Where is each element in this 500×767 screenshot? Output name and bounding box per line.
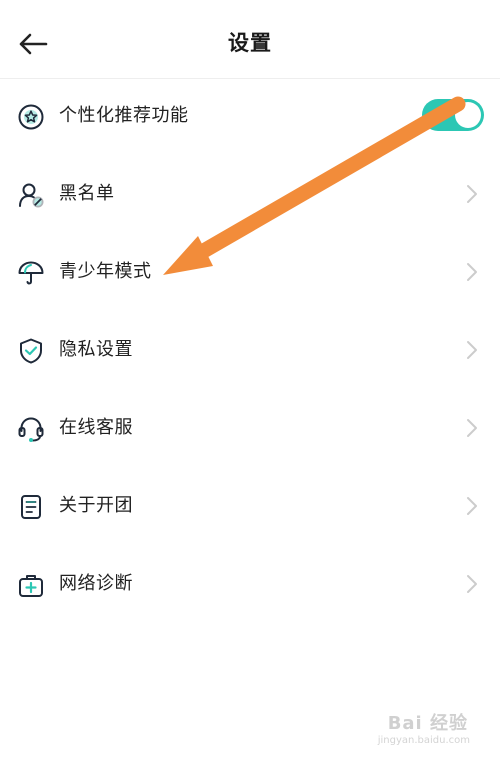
setting-network-diagnosis[interactable]: 网络诊断 xyxy=(0,545,500,623)
watermark-url: jingyan.baidu.com xyxy=(377,735,470,746)
setting-personalized-recommendation: 个性化推荐功能 xyxy=(0,77,500,155)
headset-icon xyxy=(18,417,44,442)
chevron-right-icon xyxy=(467,185,477,203)
setting-label: 网络诊断 xyxy=(59,573,133,594)
star-badge-icon xyxy=(18,104,44,130)
header: 设置 xyxy=(0,0,500,80)
medical-kit-icon xyxy=(19,575,43,597)
setting-label: 个性化推荐功能 xyxy=(59,105,189,126)
toggle-knob xyxy=(455,102,481,128)
chevron-right-icon xyxy=(467,497,477,515)
setting-privacy[interactable]: 隐私设置 xyxy=(0,311,500,389)
setting-blacklist[interactable]: 黑名单 xyxy=(0,155,500,233)
settings-list: 个性化推荐功能 黑名单 青少年模式 隐私设置 在线客服 关于开团 网络诊断 xyxy=(0,77,500,623)
page-title: 设置 xyxy=(228,31,272,55)
setting-label: 黑名单 xyxy=(59,183,115,204)
setting-about[interactable]: 关于开团 xyxy=(0,467,500,545)
chevron-right-icon xyxy=(467,419,477,437)
chevron-right-icon xyxy=(467,341,477,359)
document-icon xyxy=(21,495,41,519)
setting-label: 青少年模式 xyxy=(59,261,152,282)
setting-online-support[interactable]: 在线客服 xyxy=(0,389,500,467)
shield-check-icon xyxy=(20,338,42,364)
setting-label: 隐私设置 xyxy=(59,339,133,360)
chevron-right-icon xyxy=(467,575,477,593)
setting-label: 在线客服 xyxy=(59,417,133,438)
blacklist-user-icon xyxy=(19,183,44,208)
umbrella-icon xyxy=(18,261,44,285)
chevron-right-icon xyxy=(467,263,477,281)
baidu-jingyan-watermark: Bai 经验 jingyan.baidu.com xyxy=(368,707,478,751)
watermark-brand: Bai 经验 xyxy=(387,713,468,734)
setting-teen-mode[interactable]: 青少年模式 xyxy=(0,233,500,311)
personalized-recommendation-toggle[interactable] xyxy=(422,99,484,131)
setting-label: 关于开团 xyxy=(59,495,133,516)
